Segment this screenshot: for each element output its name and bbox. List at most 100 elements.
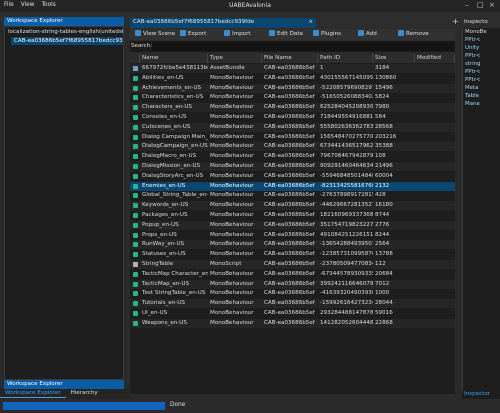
inspector-panel: MonoBe PPtr< Unity PPtr< string PPtr< PPtr< Met…	[462, 28, 500, 390]
table-row[interactable]: Characters_en-US MonoBehaviour CAB-ea03686…	[130, 103, 455, 113]
column-header-file-name[interactable]: File Name	[262, 54, 318, 63]
table-row[interactable]: Statuses_en-US MonoBehaviour CAB-ea03686b5…	[130, 250, 455, 260]
cell-type: MonoBehaviour	[210, 280, 254, 287]
close-window-icon[interactable]: ×	[489, 1, 495, 9]
tab-hierarchy[interactable]: Hierarchy	[66, 389, 103, 397]
document-tab[interactable]: CAB-ea03686b5ef7f68955817bedcc939fde ×	[130, 18, 316, 28]
inspector-field[interactable]: MonoBe	[463, 28, 500, 36]
tree-child-cab[interactable]: CAB-ea03686b5ef7f68955817bedcc939fde	[11, 37, 123, 45]
toolbar: View Scene Export Import Edit Data Plugi…	[130, 29, 455, 40]
table-row[interactable]: StringTable MonoScript CAB-ea03686b5ef -237…	[130, 260, 455, 269]
vertical-scrollbar[interactable]	[456, 54, 460, 394]
cell-name: Characteristics_en-US	[142, 94, 204, 101]
import-button[interactable]: Import	[221, 29, 251, 40]
inspector-field[interactable]: Mana	[463, 100, 500, 108]
table-row[interactable]: Global_String_Table_en-U MonoBehaviour CAB…	[130, 191, 455, 201]
column-header-path-id[interactable]: Path ID	[318, 54, 373, 63]
cell-file: CAB-ea03686b5ef	[264, 290, 315, 297]
cell-size: 8744	[375, 212, 390, 218]
column-header-size[interactable]: Size	[373, 54, 415, 63]
tab-workspace-explorer[interactable]: Workspace Explorer	[0, 389, 66, 398]
cell-modified	[415, 211, 455, 220]
close-tab-icon[interactable]: ×	[308, 19, 313, 25]
cell-name: UI_en-US	[142, 310, 168, 316]
table-row[interactable]: Test StringTable_en-US MonoBehaviour CAB-e…	[130, 289, 455, 299]
remove-button[interactable]: Remove	[395, 29, 429, 40]
table-row[interactable]: Packages_en-US MonoBehaviour CAB-ea03686b5…	[130, 211, 455, 220]
cell-size: 584	[375, 114, 386, 120]
cell-type: MonoBehaviour	[210, 104, 254, 111]
table-row[interactable]: DialogCampaign_en-US MonoBehaviour CAB-ea0…	[130, 142, 455, 152]
cell-type: MonoBehaviour	[210, 163, 254, 169]
table-row[interactable]: Weapons_en-US MonoBehaviour CAB-ea03686b5e…	[130, 318, 455, 328]
inspector-field[interactable]: Meta	[463, 84, 500, 92]
cell-file: CAB-ea03686b5ef	[264, 172, 315, 179]
progress-bar	[3, 402, 165, 410]
column-header-sort[interactable]	[130, 54, 140, 63]
inspector-field[interactable]: Table	[463, 92, 500, 100]
cell-name: 667972fcbe5e438113bd	[142, 65, 208, 71]
cell-pathid: -1238573109958763	[320, 251, 373, 258]
table-row[interactable]: TacticMap_en-US MonoBehaviour CAB-ea03686b…	[130, 279, 455, 289]
table-row[interactable]: Abilities_en-US MonoBehaviour CAB-ea03686b…	[130, 73, 455, 83]
cell-file: CAB-ea03686b5ef	[264, 251, 315, 258]
cell-size: 203216	[375, 133, 397, 140]
add-button[interactable]: Add	[355, 29, 377, 40]
table-row[interactable]: TacticMap Character_en- MonoBehaviour CAB-…	[130, 269, 455, 279]
cell-pathid: 9092914604646342	[320, 163, 373, 169]
table-row[interactable]: Props_en-US MonoBehaviour CAB-ea03686b5ef 4…	[130, 230, 455, 240]
table-row[interactable]: Consoles_en-US MonoBehaviour CAB-ea03686b5…	[130, 113, 455, 122]
export-icon	[180, 30, 186, 36]
cell-modified	[415, 260, 455, 269]
cell-pathid: 6734414365179622	[320, 143, 373, 150]
cell-modified	[415, 240, 455, 249]
workspace-explorer-header[interactable]: Workspace Explorer	[4, 17, 124, 26]
view-scene-button[interactable]: View Scene	[132, 29, 175, 40]
table-row[interactable]: DialogStoryArc_en-US MonoBehaviour CAB-ea0…	[130, 171, 455, 181]
minimize-icon[interactable]: –	[465, 1, 469, 9]
search-input[interactable]	[152, 42, 454, 51]
table-row[interactable]: Tutorials_en-US MonoBehaviour CAB-ea03686b…	[130, 299, 455, 309]
cell-modified	[415, 221, 455, 230]
table-row[interactable]: Keywords_en-US MonoBehaviour CAB-ea03686b5…	[130, 201, 455, 211]
inspector-field[interactable]: PPtr<	[463, 76, 500, 84]
inspector-field[interactable]: string	[463, 60, 500, 68]
plugins-button[interactable]: Plugins	[310, 29, 341, 40]
table-row[interactable]: 667972fcbe5e438113bd AssetBundle CAB-ea036…	[130, 64, 455, 73]
table-row[interactable]: DialogMission_en-US MonoBehaviour CAB-ea03…	[130, 162, 455, 171]
table-row[interactable]: UI_en-US MonoBehaviour CAB-ea03686b5ef 2932…	[130, 309, 455, 318]
cell-name: DialogMacro_en-US	[142, 153, 197, 160]
column-header-name[interactable]: Name	[140, 54, 208, 63]
maximize-icon[interactable]: □	[477, 1, 484, 9]
table-row[interactable]: Cutscenes_en-US MonoBehaviour CAB-ea03686b…	[130, 122, 455, 132]
cell-size: 7980	[375, 104, 390, 111]
cell-name: StringTable	[142, 261, 174, 267]
add-tab-icon[interactable]: +	[452, 17, 459, 26]
inspector-field[interactable]: PPtr<	[463, 36, 500, 44]
inspector-footer[interactable]: Inspector	[462, 390, 500, 399]
inspector-field[interactable]: PPtr<	[463, 52, 500, 60]
inspector-title[interactable]: Inspecto	[464, 19, 488, 25]
column-header-type[interactable]: Type	[208, 54, 262, 63]
column-header-modified[interactable]: Modified	[415, 54, 455, 63]
cell-modified	[415, 64, 455, 73]
cell-file: CAB-ea03686b5ef	[264, 310, 315, 316]
inspector-field[interactable]: PPtr<	[463, 68, 500, 76]
table-row[interactable]: DialogMacro_en-US MonoBehaviour CAB-ea0368…	[130, 152, 455, 162]
edit-data-button[interactable]: Edit Data	[266, 29, 303, 40]
table-row[interactable]: Characteristics_en-US MonoBehaviour CAB-ea…	[130, 93, 455, 103]
table-row[interactable]: Enemies_en-US MonoBehaviour CAB-ea03686b5e…	[130, 181, 455, 191]
table-row[interactable]: Popup_en-US MonoBehaviour CAB-ea03686b5ef 3…	[130, 220, 455, 230]
cell-pathid: -4163932049039306	[320, 290, 373, 297]
table-row[interactable]: Achievements_en-US MonoBehaviour CAB-ea036…	[130, 83, 455, 93]
cell-name: Characters_en-US	[142, 104, 192, 111]
table-row[interactable]: RunWay_en-US MonoBehaviour CAB-ea03686b5ef…	[130, 240, 455, 250]
cell-size: 22868	[375, 319, 393, 326]
export-button[interactable]: Export	[177, 29, 206, 40]
inspector-field[interactable]: Unity	[463, 44, 500, 52]
cell-file: CAB-ea03686b5ef	[264, 94, 315, 101]
tree-root-bundle[interactable]: localization-string-tables-english(unite…	[5, 27, 123, 37]
table-row[interactable]: Dialog Campaign Main_en MonoBehaviour CAB-…	[130, 132, 455, 142]
cell-size: 8244	[375, 231, 390, 238]
cell-type: MonoBehaviour	[210, 319, 254, 326]
